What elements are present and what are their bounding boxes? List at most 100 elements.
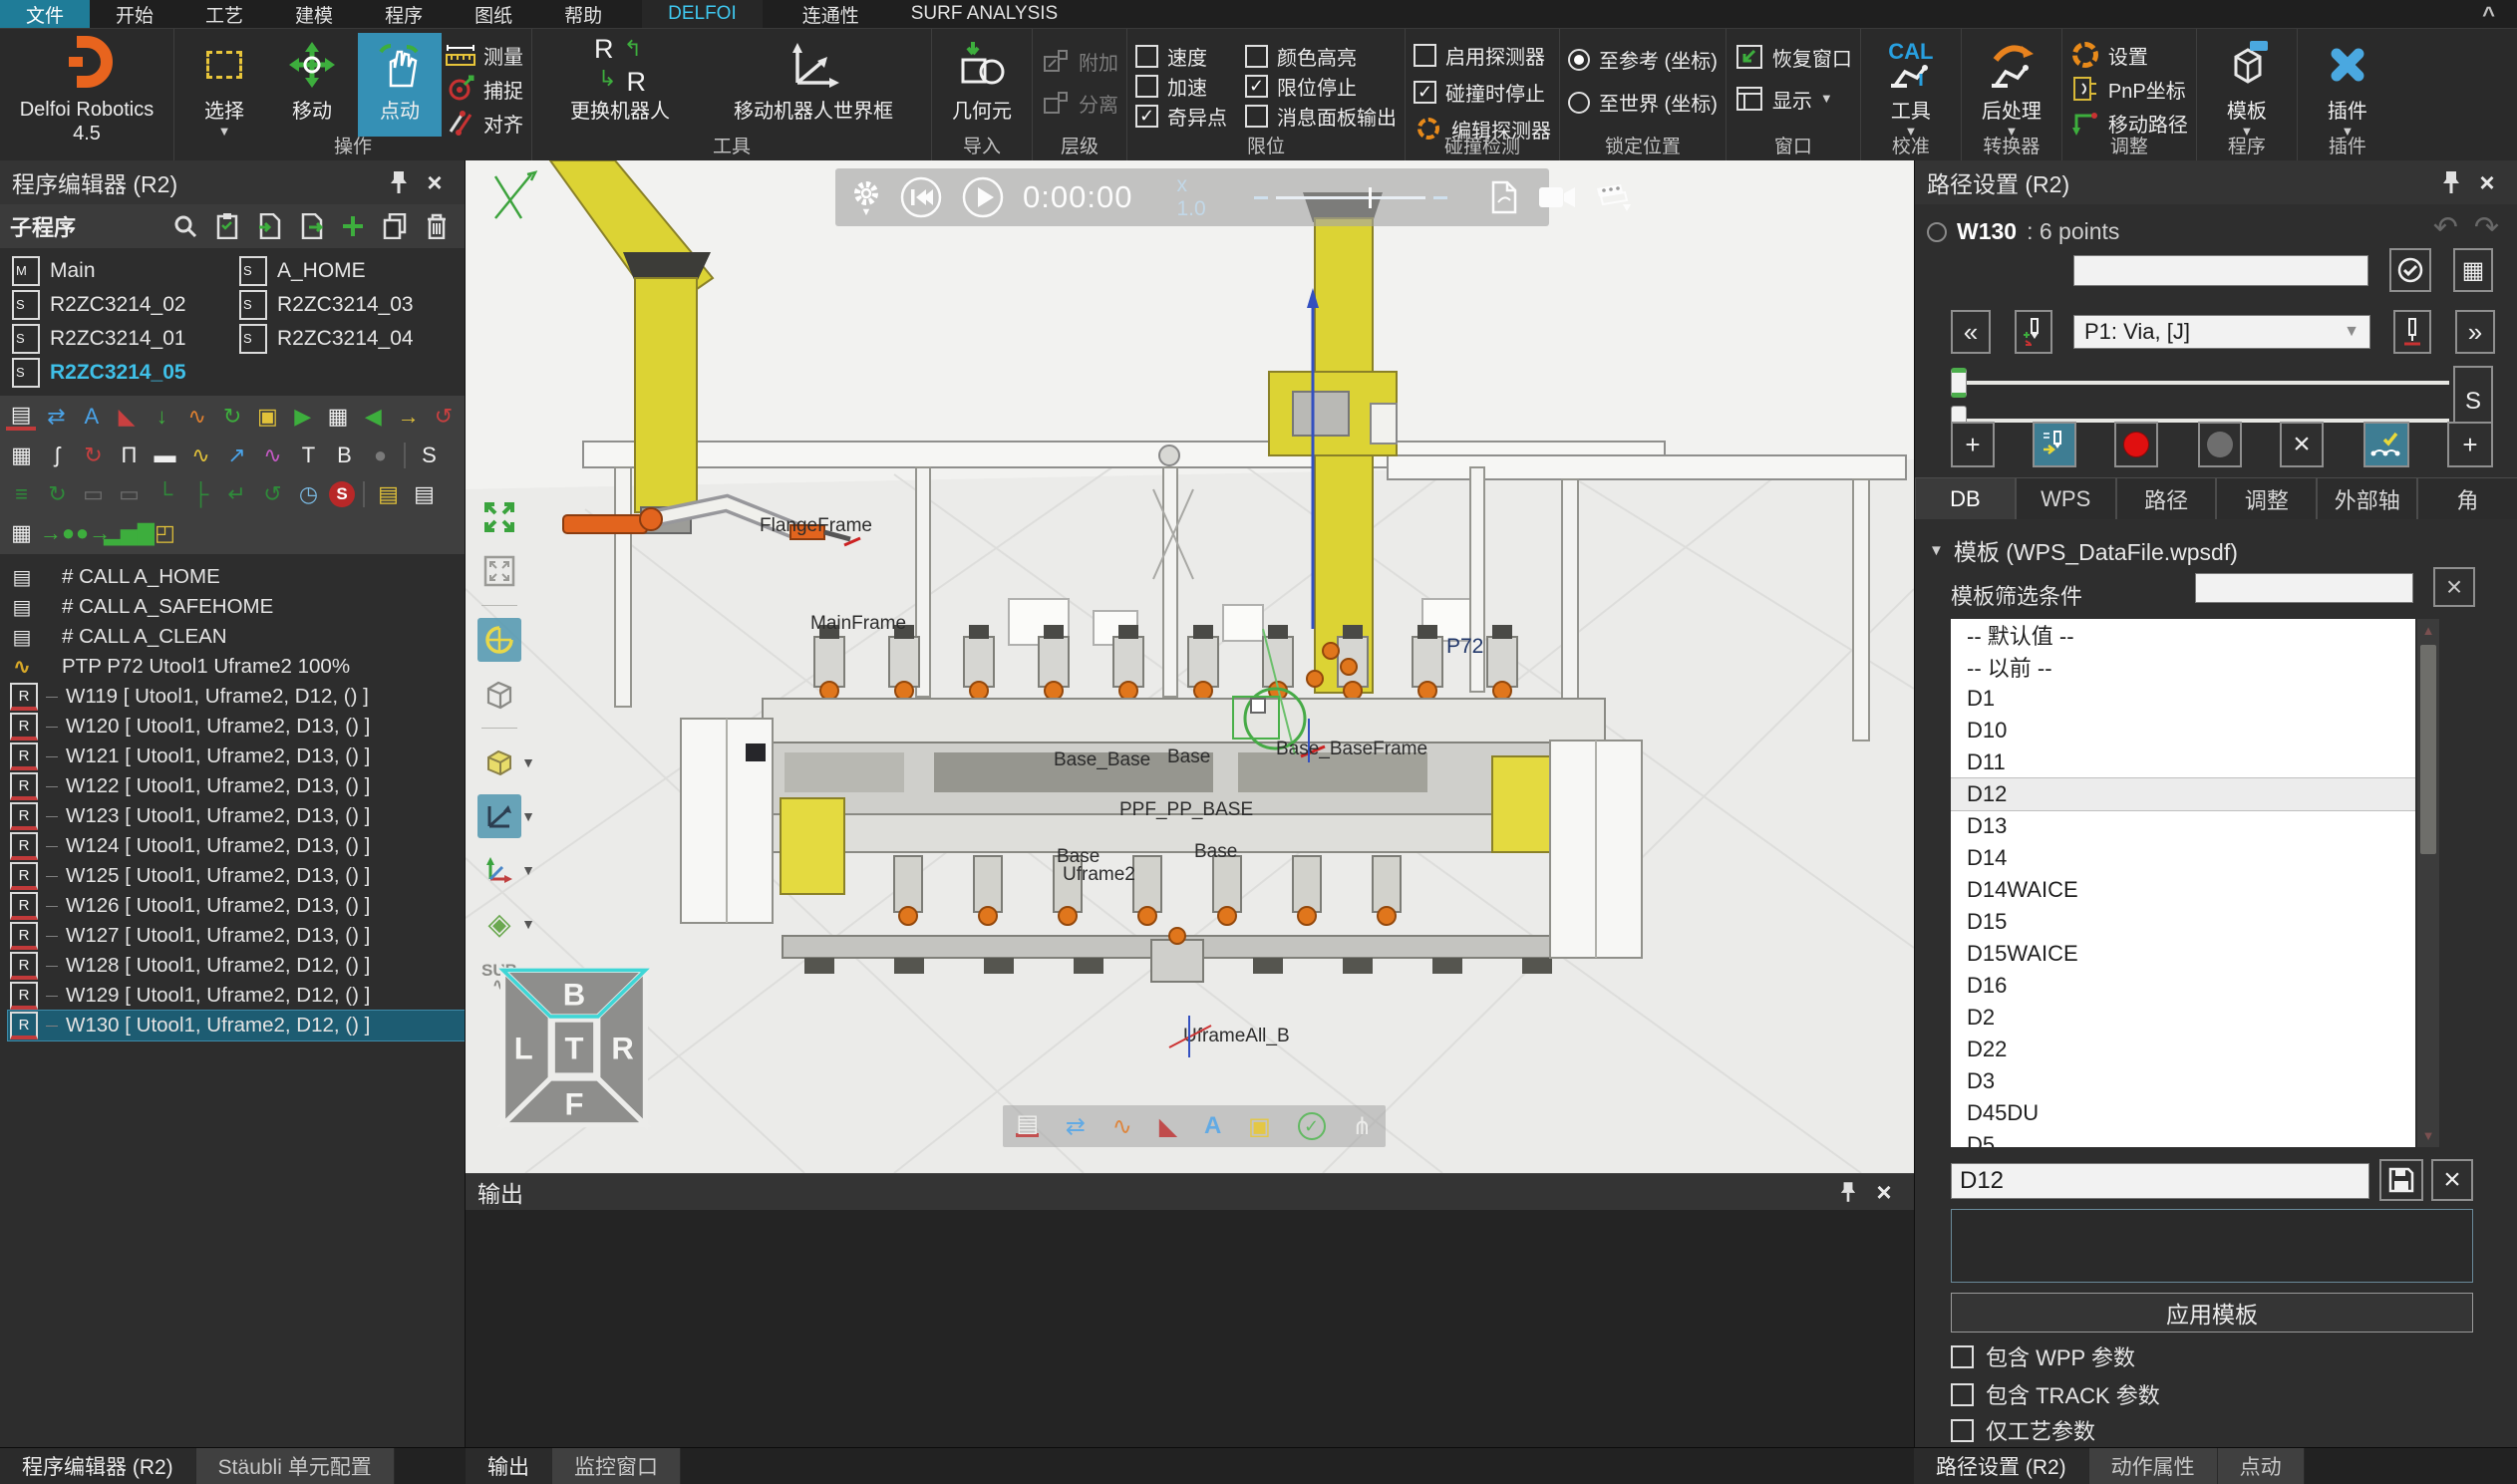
collapse-ribbon-icon[interactable]: ^ bbox=[2482, 2, 2495, 28]
export-program-icon[interactable] bbox=[293, 210, 329, 242]
move-point-tool-button[interactable] bbox=[2033, 422, 2076, 467]
jog-button[interactable]: 点动 bbox=[358, 33, 442, 137]
toolbar-icon[interactable]: ◀ bbox=[358, 402, 388, 433]
move-button[interactable]: 移动 bbox=[270, 33, 354, 137]
template-description-box[interactable] bbox=[1951, 1209, 2473, 1283]
limit-checkbox[interactable]: 限位停止 bbox=[1245, 71, 1397, 101]
restore-window-button[interactable]: 恢复窗口 bbox=[1734, 43, 1852, 71]
template-item[interactable]: D15 bbox=[1951, 906, 2415, 938]
record-disabled-button[interactable] bbox=[2198, 422, 2242, 467]
panel-tab[interactable]: 监控窗口 bbox=[552, 1448, 681, 1484]
measure-grid-icon[interactable] bbox=[477, 618, 521, 662]
copy-icon[interactable] bbox=[377, 210, 413, 242]
template-name-input[interactable]: D12 bbox=[1951, 1163, 2369, 1199]
axes-mode-icon[interactable]: ▼ bbox=[477, 848, 521, 892]
toolbar-icon[interactable]: ▦ bbox=[6, 518, 37, 549]
cube-face-back[interactable]: B bbox=[563, 978, 585, 1013]
plugin-button[interactable]: 插件▼ bbox=[2306, 33, 2389, 137]
statement-row[interactable]: W122 [ Utool1, Uframe2, D13, () ] bbox=[8, 771, 465, 801]
panel-tab[interactable]: 点动 bbox=[2218, 1448, 2305, 1484]
toolbar-icon[interactable] bbox=[360, 479, 368, 510]
toolbar-icon[interactable]: S bbox=[414, 441, 445, 471]
check-ok-icon[interactable]: ✓ bbox=[1298, 1112, 1326, 1140]
toolbar-icon[interactable]: T bbox=[293, 441, 324, 471]
statement-row[interactable]: W120 [ Utool1, Uframe2, D13, () ] bbox=[8, 712, 465, 742]
toolbar-icon[interactable]: ▦ bbox=[6, 441, 37, 471]
subprogram-item[interactable]: R2ZC3214_01 bbox=[6, 322, 233, 356]
toolbar-icon[interactable]: ▭ bbox=[114, 479, 145, 510]
cube-face-left[interactable]: L bbox=[514, 1031, 533, 1065]
path-position-slider[interactable] bbox=[1951, 368, 2449, 398]
toolbar-icon[interactable]: ↗ bbox=[221, 441, 252, 471]
speed-slider[interactable] bbox=[1254, 196, 1447, 199]
toolbar-icon[interactable]: ∿ bbox=[257, 441, 288, 471]
toolbar-icon[interactable]: ▦ bbox=[323, 402, 353, 433]
statement-row[interactable]: W124 [ Utool1, Uframe2, D13, () ] bbox=[8, 831, 465, 861]
statement-row[interactable]: W121 [ Utool1, Uframe2, D13, () ] bbox=[8, 742, 465, 771]
pin-icon[interactable] bbox=[381, 166, 417, 198]
move-robot-world-frame-button[interactable]: 移动机器人世界框 bbox=[704, 33, 923, 137]
record-video-icon[interactable] bbox=[1537, 184, 1577, 210]
previous-point-button[interactable]: « bbox=[1951, 310, 1991, 354]
toolbar-icon[interactable]: ≡ bbox=[6, 479, 37, 510]
import-program-icon[interactable] bbox=[251, 210, 287, 242]
panel-tab[interactable]: Stäubli 单元配置 bbox=[196, 1448, 395, 1484]
limit-checkbox[interactable]: 奇异点 bbox=[1135, 101, 1227, 131]
menu-item[interactable]: 文件 bbox=[0, 0, 90, 28]
limit-checkbox[interactable]: 速度 bbox=[1135, 41, 1227, 71]
toolbar-icon[interactable]: → bbox=[393, 402, 423, 433]
close-icon[interactable]: × bbox=[1866, 1176, 1902, 1208]
toolbar-icon[interactable]: ◣ bbox=[112, 402, 142, 433]
render-mode-icon[interactable]: ▼ bbox=[477, 741, 521, 784]
tab[interactable]: 角 bbox=[2417, 477, 2517, 519]
template-item[interactable]: D2 bbox=[1951, 1002, 2415, 1034]
apply-template-button[interactable]: 应用模板 bbox=[1951, 1293, 2473, 1333]
template-item[interactable]: D22 bbox=[1951, 1034, 2415, 1065]
close-icon[interactable]: × bbox=[417, 166, 453, 198]
playback-settings-icon[interactable]: ▼ bbox=[851, 178, 881, 216]
statement-row[interactable]: W129 [ Utool1, Uframe2, D12, () ] bbox=[8, 981, 465, 1011]
menu-item[interactable]: 建模 bbox=[269, 0, 359, 28]
toolbar-icon[interactable]: ∿ bbox=[182, 402, 212, 433]
template-item[interactable]: -- 以前 -- bbox=[1951, 651, 2415, 683]
point-comment-input[interactable] bbox=[2073, 255, 2368, 286]
subprogram-item[interactable]: R2ZC3214_04 bbox=[233, 322, 459, 356]
statement-row[interactable]: # CALL A_CLEAN bbox=[8, 622, 465, 652]
template-item[interactable]: D1 bbox=[1951, 683, 2415, 715]
point-table-button[interactable]: ▦ bbox=[2453, 248, 2493, 292]
template-item[interactable]: D16 bbox=[1951, 970, 2415, 1002]
template-item[interactable]: D5 bbox=[1951, 1129, 2415, 1147]
include-wpp-checkbox[interactable]: 包含 WPP 参数 bbox=[1951, 1340, 2135, 1372]
zoom-fit-icon[interactable] bbox=[477, 495, 521, 539]
settings-button[interactable]: 设置 bbox=[2070, 41, 2188, 69]
template-item[interactable]: D10 bbox=[1951, 715, 2415, 746]
template-button[interactable]: 模板▼ bbox=[2205, 33, 2289, 137]
collision-checkbox[interactable]: 碰撞时停止 bbox=[1414, 78, 1551, 107]
film-export-icon[interactable] bbox=[1595, 182, 1631, 212]
toolbar-icon[interactable]: ▶ bbox=[288, 402, 318, 433]
tab[interactable]: 路径 bbox=[2116, 477, 2217, 519]
annotation-icon[interactable]: A bbox=[1204, 1112, 1221, 1140]
close-icon[interactable]: × bbox=[2469, 166, 2505, 198]
toolbar-icon[interactable]: ↺ bbox=[257, 479, 288, 510]
toolbar-icon[interactable]: ↻ bbox=[42, 479, 73, 510]
lock-radio[interactable]: 至世界 (坐标) bbox=[1568, 88, 1718, 117]
toolbar-icon[interactable]: ▬ bbox=[150, 441, 180, 471]
statement-row[interactable]: W126 [ Utool1, Uframe2, D13, () ] bbox=[8, 891, 465, 921]
statement-row[interactable]: # CALL A_SAFEHOME bbox=[8, 592, 465, 622]
toolbar-icon[interactable]: ↓ bbox=[147, 402, 176, 433]
navigation-cube[interactable]: B L T R F bbox=[489, 958, 659, 1140]
menu-item[interactable]: DELFOI bbox=[642, 0, 763, 28]
template-item[interactable]: D13 bbox=[1951, 810, 2415, 842]
template-section-header[interactable]: ▼ 模板 (WPS_DataFile.wpsdf) bbox=[1929, 533, 2238, 567]
add-point-after-button[interactable]: + bbox=[2447, 422, 2493, 467]
statement-row[interactable]: W123 [ Utool1, Uframe2, D13, () ] bbox=[8, 801, 465, 831]
toolbar-icon[interactable]: ▤ bbox=[6, 404, 36, 431]
weld-statement-icon[interactable]: ▤ bbox=[1016, 1115, 1039, 1137]
template-item[interactable]: D3 bbox=[1951, 1065, 2415, 1097]
template-filter-input[interactable] bbox=[2195, 573, 2413, 603]
robot-icon[interactable]: ⋔ bbox=[1352, 1112, 1372, 1141]
subprogram-item[interactable]: R2ZC3214_03 bbox=[233, 288, 459, 322]
paste-icon[interactable] bbox=[209, 210, 245, 242]
wireframe-cube-icon[interactable] bbox=[477, 672, 521, 716]
